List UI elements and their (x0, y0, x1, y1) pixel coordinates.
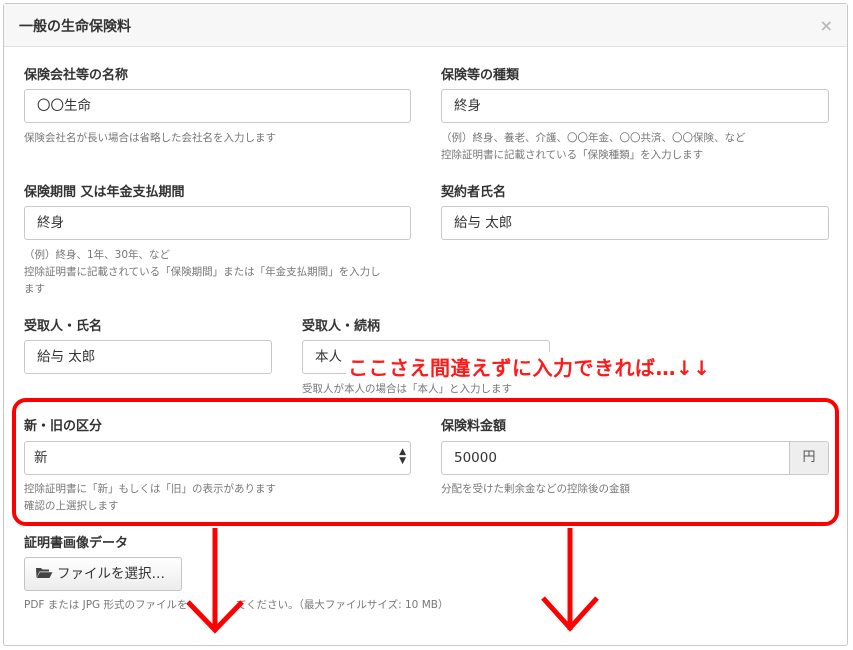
insurance-type-input[interactable]: 終身 (441, 89, 829, 123)
insurance-type-help-1: （例）終身、養老、介護、〇〇年金、〇〇共済、〇〇保険、など (441, 132, 746, 144)
certificate-label: 証明書画像データ (24, 536, 129, 551)
company-input[interactable]: 〇〇生命 (24, 89, 411, 123)
contractor-input[interactable]: 給与 太郎 (441, 206, 829, 240)
arrow-down-icon (541, 528, 599, 632)
close-icon[interactable]: × (820, 16, 833, 35)
period-label: 保険期間 又は年金支払期間 (24, 185, 185, 200)
relationship-help: 受取人が本人の場合は「本人」と入力します (302, 383, 512, 395)
folder-open-icon (36, 568, 53, 578)
period-input[interactable]: 終身 (24, 206, 411, 240)
period-help-2: 控除証明書に記載されている「保険期間」または「年金支払期間」を入力し (24, 266, 381, 278)
highlight-box (12, 398, 839, 526)
contractor-label: 契約者氏名 (441, 185, 507, 200)
file-select-button[interactable]: ファイルを選択… (24, 557, 182, 591)
beneficiary-input[interactable]: 給与 太郎 (24, 340, 272, 374)
period-help-3: ます (24, 283, 45, 295)
certificate-help-2: てください。（最大ファイルサイズ: 10 MB） (236, 599, 449, 611)
insurance-type-help-2: 控除証明書に記載されている「保険種類」を入力します (441, 149, 704, 161)
company-help: 保険会社名が長い場合は省略した会社名を入力します (24, 132, 276, 144)
modal-header: 一般の生命保険料 × (4, 4, 847, 47)
beneficiary-label: 受取人・氏名 (24, 319, 103, 334)
certificate-help-1: PDF または JPG 形式のファイルを (24, 599, 188, 611)
company-label: 保険会社等の名称 (24, 68, 129, 83)
file-select-label: ファイルを選択… (57, 566, 165, 582)
insurance-type-label: 保険等の種類 (441, 68, 520, 83)
relationship-label: 受取人・続柄 (302, 319, 381, 334)
arrow-down-icon (186, 528, 244, 634)
period-help-1: （例）終身、1年、30年、など (24, 249, 171, 261)
annotation-text: ここさえ間違えずに入力できれば…↓↓ (346, 352, 713, 381)
modal-title: 一般の生命保険料 (19, 19, 131, 35)
